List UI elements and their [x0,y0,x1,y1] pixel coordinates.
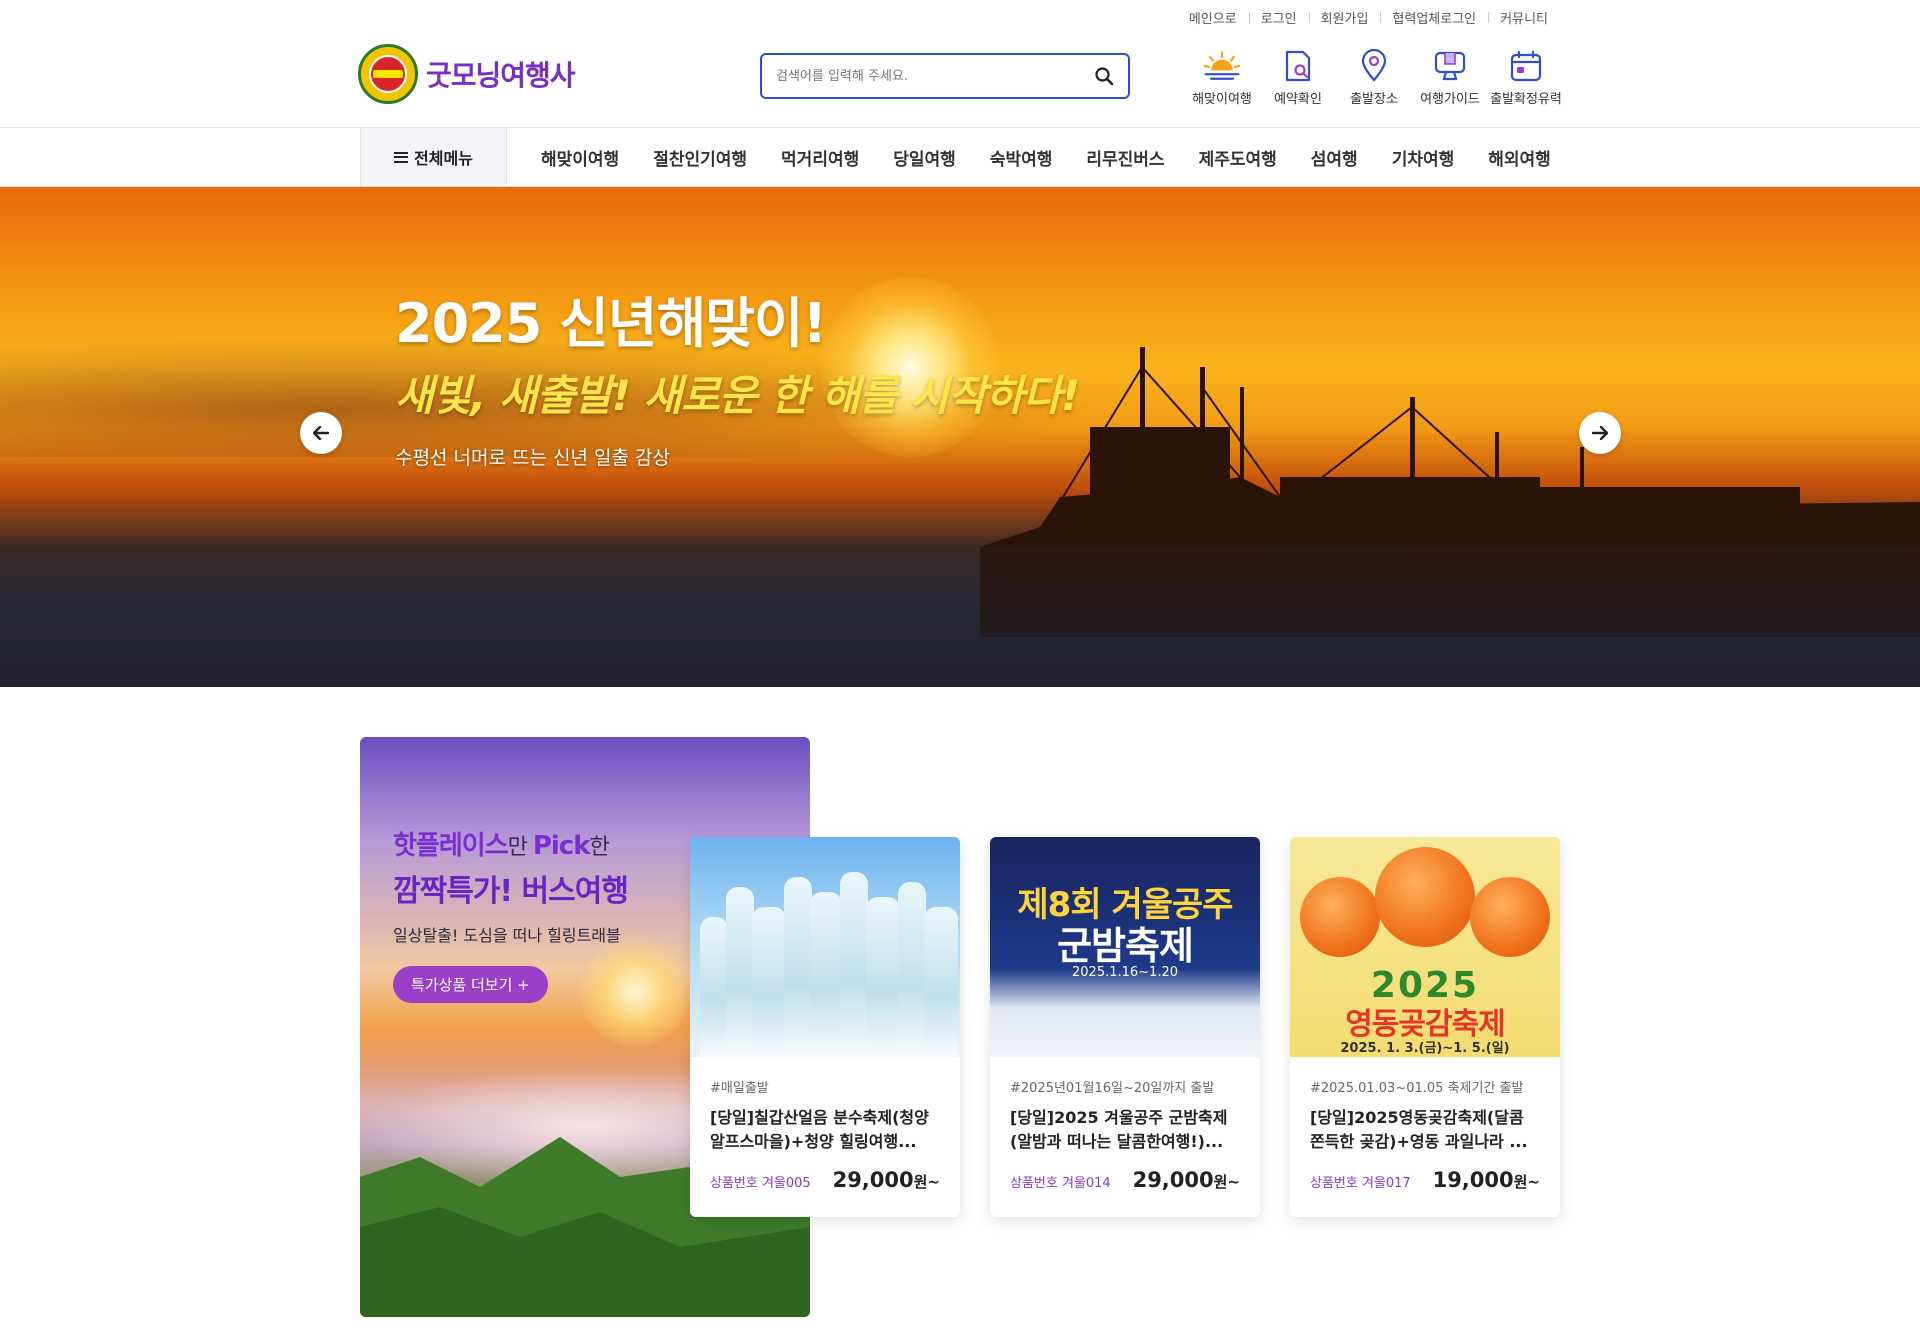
hero-title: 2025 신년해맞이! [395,292,827,355]
product-tag: #2025년01월16일~20일까지 출발 [1010,1081,1215,1096]
product-price: 29,000원~ [1132,1168,1240,1192]
all-menu-label: 전체메뉴 [414,149,473,168]
search-box [760,53,1130,99]
poster-date: 2025. 1. 3.(금)~1. 5.(일) [1340,1041,1510,1056]
product-title[interactable]: [당일]2025영동곶감축제(달콤 쫀득한 곶감)+영동 과일나라 ... [1310,1106,1540,1154]
promo-line3: 일상탈출! 도심을 떠나 힐링트래블 [393,926,621,945]
poster-line2: 군밤축제 [1057,924,1194,968]
nav-item-island[interactable]: 섬여행 [1311,145,1358,170]
nav-menu: 해맞이여행 절찬인기여행 먹거리여행 당일여행 숙박여행 리무진버스 제주도여행… [524,128,1568,186]
nav-item-food[interactable]: 먹거리여행 [781,145,859,170]
quick-reservation[interactable]: 예약확인 [1262,48,1334,107]
arrow-left-icon [313,426,329,440]
product-code: 상품번호 겨울005 [710,1176,811,1191]
product-tag: #2025.01.03~01.05 축제기간 출발 [1310,1081,1524,1096]
quick-label: 해맞이여행 [1192,92,1252,107]
promo-line2: 깜짝특가! 버스여행 [393,874,629,909]
quick-sunrise[interactable]: 해맞이여행 [1186,48,1258,107]
nav-item-train[interactable]: 기차여행 [1392,145,1455,170]
promo-line1: 핫플레이스만 Pick한 [393,831,610,861]
nav-item-jeju[interactable]: 제주도여행 [1199,145,1277,170]
promo-text: 핫플레이스만 Pick한 깜짝특가! 버스여행 일상탈출! 도심을 떠나 힐링트… [393,825,629,1003]
all-menu-button[interactable]: 전체메뉴 [360,128,507,186]
nav-item-sunrise[interactable]: 해맞이여행 [541,145,619,170]
calendar-icon [1506,48,1546,84]
quick-label: 예약확인 [1274,92,1322,107]
search-input[interactable] [776,68,1094,84]
hero-subtitle: 새빛, 새출발! 새로운 한 해를 시작하다! [395,371,1080,420]
nav-item-limousine[interactable]: 리무진버스 [1086,145,1164,170]
product-title[interactable]: [당일]2025 겨울공주 군밤축제(알밤과 떠나는 달콤한여행!)... [1010,1106,1240,1154]
product-price: 29,000원~ [832,1168,940,1192]
nav-item-daytrip[interactable]: 당일여행 [893,145,956,170]
nav-item-overseas[interactable]: 해외여행 [1488,145,1551,170]
product-code: 상품번호 겨울014 [1010,1176,1111,1191]
quick-label: 출발확정유력 [1490,92,1562,107]
quick-menu: 해맞이여행 예약확인 출발장소 여행가이드 출발확정유력 [1186,48,1562,107]
nav-item-stay[interactable]: 숙박여행 [990,145,1053,170]
quick-departure[interactable]: 출발장소 [1338,48,1410,107]
product-price: 19,000원~ [1432,1168,1540,1192]
link-partner-login[interactable]: 협력업체로그인 [1380,8,1488,27]
main-nav: 전체메뉴 해맞이여행 절찬인기여행 먹거리여행 당일여행 숙박여행 리무진버스 … [0,127,1920,187]
hamburger-icon [394,151,409,163]
product-code: 상품번호 겨울017 [1310,1176,1411,1191]
logo[interactable]: 굿모닝여행사 [358,44,576,104]
product-image-persimmon-festival: 2025 영동곶감축제 2025. 1. 3.(금)~1. 5.(일) [1290,837,1560,1057]
nav-item-popular[interactable]: 절찬인기여행 [653,145,747,170]
search-icon[interactable] [1094,66,1114,86]
link-signup[interactable]: 회원가입 [1308,8,1381,27]
arrow-right-icon [1592,426,1608,440]
logo-name: 굿모닝여행사 [426,59,576,92]
poster-date: 2025.1.16~1.20 [1072,965,1178,980]
quick-guide[interactable]: 여행가이드 [1414,48,1486,107]
sunrise-icon [1202,48,1242,84]
quick-label: 출발장소 [1350,92,1398,107]
top-links: 메인으로 로그인 회원가입 협력업체로그인 커뮤니티 [1177,8,1560,27]
link-main[interactable]: 메인으로 [1177,8,1249,27]
product-card[interactable]: 제8회 겨울공주 군밤축제 2025.1.16~1.20 #2025년01월16… [990,837,1260,1217]
product-image-chestnut-festival: 제8회 겨울공주 군밤축제 2025.1.16~1.20 [990,837,1260,1057]
hero-text: 2025 신년해맞이! 새빛, 새출발! 새로운 한 해를 시작하다! 수평선 … [395,279,1080,470]
page: 메인으로 로그인 회원가입 협력업체로그인 커뮤니티 굿모닝여행사 검색어를 입… [0,0,1920,1337]
product-title[interactable]: [당일]칠갑산얼음 분수축제(청양알프스마을)+청양 힐링여행... [710,1106,940,1154]
link-login[interactable]: 로그인 [1248,8,1309,27]
logo-emblem [358,44,418,104]
product-card[interactable]: #매일출발 [당일]칠갑산얼음 분수축제(청양알프스마을)+청양 힐링여행...… [690,837,960,1217]
product-image-ice-fountain [690,837,960,1057]
hero-banner[interactable]: 2025 신년해맞이! 새빛, 새출발! 새로운 한 해를 시작하다! 수평선 … [0,187,1920,687]
hero-description: 수평선 너머로 뜨는 신년 일출 감상 [395,447,670,469]
product-tag: #매일출발 [710,1081,769,1096]
document-search-icon [1278,48,1318,84]
promo-more-button[interactable]: 특가상품 더보기 + [393,966,548,1003]
product-card[interactable]: 2025 영동곶감축제 2025. 1. 3.(금)~1. 5.(일) #202… [1290,837,1560,1217]
quick-label: 여행가이드 [1420,92,1480,107]
location-pin-icon [1354,48,1394,84]
prev-slide-button[interactable] [300,412,342,454]
link-community[interactable]: 커뮤니티 [1488,8,1560,27]
next-slide-button[interactable] [1579,412,1621,454]
hero-sea [0,547,1920,687]
monitor-icon [1430,48,1470,84]
quick-confirmed[interactable]: 출발확정유력 [1490,48,1562,107]
